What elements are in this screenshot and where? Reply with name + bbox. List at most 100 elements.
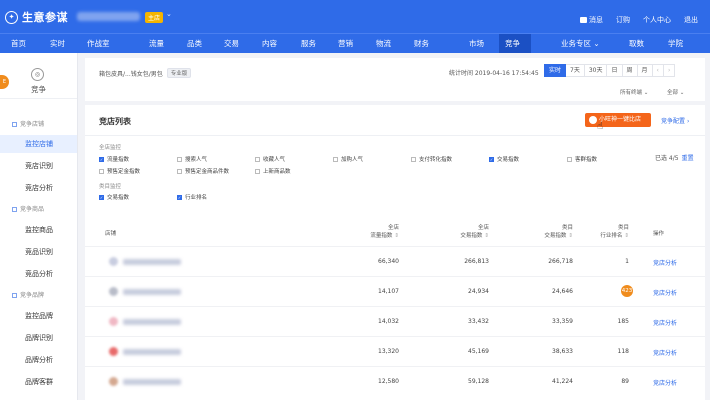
nav-item-content[interactable]: 内容: [259, 34, 280, 53]
th-line: 类目: [617, 225, 629, 231]
checkbox-label: 收藏人气: [263, 157, 286, 163]
th-line: 全店: [387, 225, 399, 231]
sidebar-item-identify-shop[interactable]: 竞店识别: [0, 157, 77, 175]
th-operation: 操作: [653, 231, 665, 237]
checkbox-category-trade-index[interactable]: ✓ 交易指数: [99, 193, 129, 201]
sidebar-item-identify-brand[interactable]: 品牌识别: [0, 329, 77, 347]
checkbox-new-items[interactable]: 上新商品数: [255, 167, 291, 175]
nav-item-logistics[interactable]: 物流: [373, 34, 394, 53]
nav-item-warroom[interactable]: 作战室: [84, 34, 113, 53]
reset-link[interactable]: 重置: [682, 155, 694, 162]
tab-day[interactable]: 日: [607, 64, 623, 77]
shop-cell[interactable]: [109, 347, 181, 356]
nav-item-home[interactable]: 首页: [8, 34, 29, 53]
checkbox-icon: [411, 156, 416, 162]
logout-link[interactable]: 退出: [684, 15, 698, 25]
cell-rank: 89: [621, 378, 629, 385]
checkbox-presale-deposit-index[interactable]: 预售定金指数: [99, 167, 140, 175]
nav-item-service[interactable]: 服务: [298, 34, 319, 53]
cell-traffic: 13,320: [378, 348, 399, 355]
scope-select[interactable]: 全部 ⌄: [667, 88, 684, 96]
config-link[interactable]: 竞争配置 ›: [661, 116, 689, 125]
tab-30day[interactable]: 30天: [584, 64, 608, 77]
shop-badge: 主店: [145, 12, 164, 23]
tab-realtime[interactable]: 实时: [544, 64, 567, 77]
chevron-down-icon[interactable]: ⌄: [166, 10, 172, 18]
th-shop-trade[interactable]: 全店 交易指数 ⇕: [445, 224, 489, 240]
shop-cell[interactable]: [109, 257, 181, 266]
sidebar-item-brand-audience[interactable]: 品牌客群: [0, 373, 77, 391]
nav-item-traffic[interactable]: 流量: [146, 34, 167, 53]
chevron-down-icon: ⌄: [679, 90, 685, 96]
prev-icon[interactable]: ‹: [652, 64, 664, 77]
nav-item-realtime[interactable]: 实时: [47, 34, 68, 53]
cell-trade: 24,934: [468, 288, 489, 295]
th-industry-rank[interactable]: 类目 行业排名 ⇕: [585, 224, 629, 240]
nav-item-market[interactable]: 市场: [466, 34, 487, 53]
message-link[interactable]: 消息: [580, 15, 603, 25]
checkbox-presale-item-count[interactable]: 预售定金商品件数: [177, 167, 229, 175]
nav-item-marketing[interactable]: 营销: [335, 34, 356, 53]
shop-cell[interactable]: [109, 377, 181, 386]
sidebar-item-analyze-brand[interactable]: 品牌分析: [0, 351, 77, 369]
analyze-link[interactable]: 竞店分析: [653, 258, 677, 267]
cell-trade: 45,169: [468, 348, 489, 355]
th-shop-traffic[interactable]: 全店 流量指数 ⇕: [355, 224, 399, 240]
sidebar-item-identify-product[interactable]: 竞品识别: [0, 243, 77, 261]
sidebar-flag[interactable]: E: [0, 75, 9, 89]
cell-category-trade: 38,633: [552, 348, 573, 355]
shop-name-blurred: [123, 318, 181, 325]
tab-month[interactable]: 月: [637, 64, 653, 77]
sidebar-group-product: 竞争商品: [12, 204, 44, 213]
analyze-link[interactable]: 竞店分析: [653, 288, 677, 297]
sidebar-item-monitor-brand[interactable]: 监控品牌: [0, 307, 77, 325]
avatar-icon: [589, 116, 597, 124]
nav-item-trade[interactable]: 交易: [221, 34, 242, 53]
nav-item-academy[interactable]: 学院: [665, 34, 686, 53]
th-category-trade[interactable]: 类目 交易指数 ⇕: [529, 224, 573, 240]
breadcrumb[interactable]: 箱包皮具/...钱女包/男包 专业版: [99, 68, 192, 78]
order-link[interactable]: 订购: [616, 15, 630, 25]
checkbox-label: 流量指数: [107, 157, 130, 163]
checkbox-trade-index[interactable]: ✓ 交易指数: [489, 155, 519, 163]
checkbox-icon: [567, 156, 572, 162]
checkbox-traffic-index[interactable]: ✓ 流量指数: [99, 155, 129, 163]
sidebar-item-analyze-product[interactable]: 竞品分析: [0, 265, 77, 283]
user-center-link[interactable]: 个人中心: [643, 15, 671, 25]
compare-button[interactable]: 小旺神一键比店: [585, 113, 651, 127]
checkbox-industry-rank[interactable]: ✓ 行业排名: [177, 193, 207, 201]
analyze-link[interactable]: 竞店分析: [653, 378, 677, 387]
checkbox-cart-popularity[interactable]: 加购人气: [333, 155, 363, 163]
shop-cell[interactable]: [109, 317, 181, 326]
shop-name-blurred: [123, 288, 181, 295]
analyze-link[interactable]: 竞店分析: [653, 318, 677, 327]
terminal-value: 所有终端: [620, 90, 643, 96]
sidebar-item-analyze-shop[interactable]: 竞店分析: [0, 179, 77, 197]
nav-item-category[interactable]: 品类: [184, 34, 205, 53]
shop-cell[interactable]: [109, 287, 181, 296]
sidebar-item-monitor-product[interactable]: 监控商品: [0, 221, 77, 239]
checkbox-label: 加购人气: [341, 157, 364, 163]
checkbox-conversion-index[interactable]: 支付转化指数: [411, 155, 452, 163]
tab-week[interactable]: 周: [622, 64, 638, 77]
checkbox-favorite-popularity[interactable]: 收藏人气: [255, 155, 285, 163]
nav-item-data[interactable]: 取数: [626, 34, 647, 53]
logo[interactable]: ✦ 生意参谋: [5, 9, 68, 25]
sidebar-item-monitor-shop[interactable]: 监控店铺: [0, 135, 77, 153]
terminal-select[interactable]: 所有终端 ⌄: [620, 88, 648, 96]
sidebar-group-shop: 竞争店铺: [12, 119, 44, 128]
nav-item-business-zone[interactable]: 业务专区 ⌄: [558, 34, 603, 53]
th-line: 行业排名: [600, 233, 623, 239]
analyze-link[interactable]: 竞店分析: [653, 348, 677, 357]
nav-item-finance[interactable]: 财务: [411, 34, 432, 53]
nav-item-competition[interactable]: 竞争: [499, 34, 531, 53]
app-title: 生意参谋: [22, 11, 68, 24]
checkbox-search-popularity[interactable]: 搜索人气: [177, 155, 207, 163]
divider: [85, 135, 705, 136]
category-monitor-label: 类目监控: [99, 184, 122, 190]
tab-7day[interactable]: 7天: [566, 64, 585, 77]
avatar: [109, 257, 118, 266]
avatar: [109, 287, 118, 296]
next-icon[interactable]: ›: [663, 64, 676, 77]
checkbox-audience-index[interactable]: 客群指数: [567, 155, 597, 163]
